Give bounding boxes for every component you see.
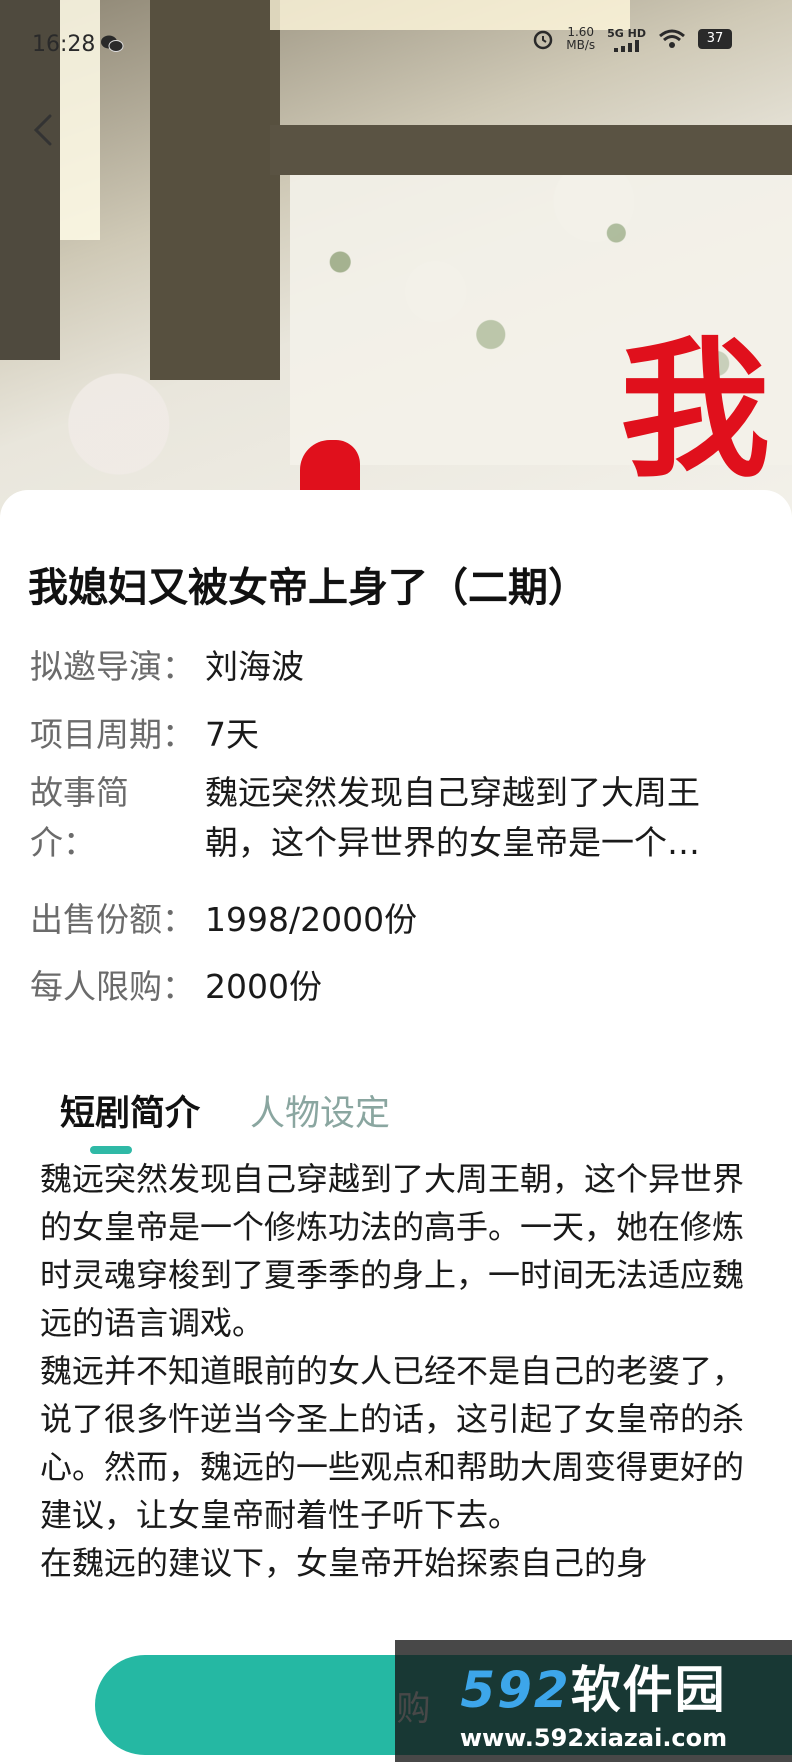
status-time: 16:28	[32, 32, 96, 57]
director-row: 拟邀导演： 刘海波	[30, 640, 304, 688]
director-label: 拟邀导演：	[30, 647, 195, 686]
network-speed: 1.60 MB/s	[566, 25, 596, 52]
period-row: 项目周期： 7天	[30, 708, 259, 756]
watermark-logo: 592软件园	[460, 1650, 726, 1722]
watermark-brand: 软件园	[570, 1661, 727, 1719]
cover-title-glyph: 我	[620, 322, 771, 498]
tab-characters[interactable]: 人物设定	[250, 1085, 390, 1136]
shares-sold-label: 出售份额：	[30, 900, 195, 939]
watermark-url: www.592xiazai.com	[459, 1724, 728, 1752]
battery-icon: 37	[698, 29, 732, 49]
watermark-digits: 592	[460, 1661, 571, 1719]
status-bar: 16:28 1.60 MB/s 5G HD 37	[0, 0, 792, 90]
signal-icon: 5G HD	[607, 27, 646, 52]
tab-synopsis[interactable]: 短剧简介	[60, 1085, 200, 1136]
alarm-icon	[534, 30, 553, 50]
synopsis-row: 故事简介： 魏远突然发现自己穿越到了大周王朝，这个异世界的女皇帝是一个…	[30, 768, 745, 868]
purchase-limit-value: 2000份	[205, 967, 322, 1006]
synopsis-label: 故事简介：	[30, 773, 129, 862]
active-tab-indicator	[90, 1146, 132, 1154]
back-icon[interactable]	[22, 108, 66, 152]
purchase-limit-label: 每人限购：	[30, 967, 195, 1006]
shares-sold-row: 出售份额： 1998/2000份	[30, 893, 417, 941]
shares-sold-value: 1998/2000份	[205, 900, 418, 939]
project-title: 我媳妇又被女帝上身了（二期）	[28, 565, 588, 611]
site-watermark: 592软件园 www.592xiazai.com	[395, 1640, 792, 1762]
director-value: 刘海波	[205, 647, 304, 686]
wifi-icon	[659, 29, 685, 48]
period-label: 项目周期：	[30, 715, 195, 754]
synopsis-paragraph: 魏远突然发现自己穿越到了大周王朝，这个异世界的女皇帝是一个修炼功法的高手。一天，…	[40, 1160, 745, 1342]
synopsis-value: 魏远突然发现自己穿越到了大周王朝，这个异世界的女皇帝是一个…	[205, 773, 700, 862]
wechat-icon	[101, 35, 124, 52]
synopsis-paragraph: 在魏远的建议下，女皇帝开始探索自己的身	[40, 1544, 649, 1582]
synopsis-paragraph: 魏远并不知道眼前的女人已经不是自己的老婆了，说了很多忤逆当今圣上的话，这引起了女…	[40, 1352, 745, 1534]
synopsis-text: 魏远突然发现自己穿越到了大周王朝，这个异世界的女皇帝是一个修炼功法的高手。一天，…	[40, 1155, 755, 1587]
period-value: 7天	[205, 715, 259, 754]
tab-bar: 短剧简介 人物设定	[60, 1085, 390, 1136]
purchase-limit-row: 每人限购： 2000份	[30, 960, 322, 1008]
